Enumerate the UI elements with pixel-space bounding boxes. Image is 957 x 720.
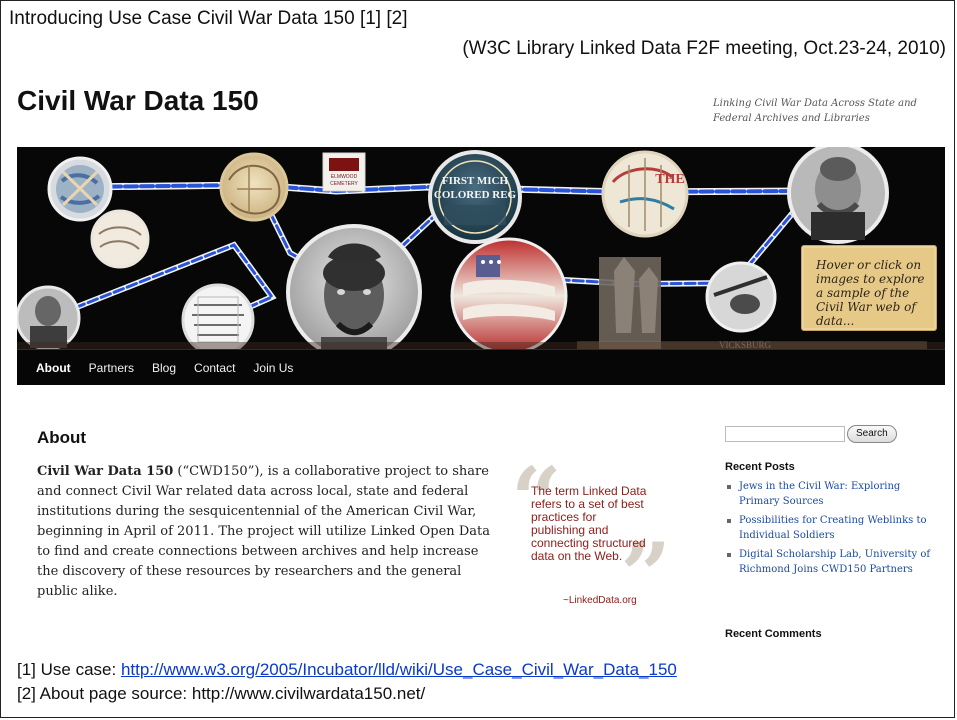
references: [1] Use case: http://www.w3.org/2005/Inc…: [17, 658, 917, 706]
quote-source: ~LinkedData.org: [563, 595, 637, 606]
cemetery-sign[interactable]: ELMWOOD CEMETERY: [322, 152, 366, 192]
hero-banner[interactable]: ELMWOOD CEMETERY FIRST MICH COLORED REG: [17, 147, 945, 385]
svg-text:THE: THE: [655, 172, 685, 187]
regiment-badge[interactable]: FIRST MICH COLORED REG: [428, 150, 522, 244]
nav-about[interactable]: About: [36, 361, 71, 375]
reference-2: [2] About page source: http://www.civilw…: [17, 682, 917, 706]
about-heading: About: [37, 428, 87, 447]
site-tagline: Linking Civil War Data Across State and …: [713, 98, 917, 124]
nav-blog[interactable]: Blog: [152, 361, 176, 375]
nav-join-us[interactable]: Join Us: [253, 361, 293, 375]
letter-medallion[interactable]: [90, 209, 150, 269]
reference-1-link[interactable]: http://www.w3.org/2005/Incubator/lld/wik…: [121, 660, 677, 679]
nav-contact[interactable]: Contact: [194, 361, 235, 375]
recent-post-link-3[interactable]: Digital Scholarship Lab, University of R…: [725, 547, 935, 577]
officer-portrait[interactable]: [787, 147, 889, 244]
reference-2-text: http://www.civilwardata150.net/: [191, 684, 426, 703]
recent-post-link-1[interactable]: Jews in the Civil War: Exploring Primary…: [725, 479, 935, 509]
sidebar: Search Recent Posts Jews in the Civil Wa…: [725, 425, 935, 649]
about-paragraph: Civil War Data 150 (“CWD150”), is a coll…: [37, 462, 492, 602]
nav-partners[interactable]: Partners: [89, 361, 134, 375]
flag-medallion[interactable]: [450, 237, 568, 355]
search-input[interactable]: [725, 426, 845, 442]
hero-hover-note: Hover or click on images to explore a sa…: [801, 245, 937, 331]
site-title[interactable]: Civil War Data 150: [17, 84, 259, 118]
reference-1: [1] Use case: http://www.w3.org/2005/Inc…: [17, 658, 917, 682]
search-button[interactable]: Search: [847, 425, 897, 443]
reference-2-prefix: [2] About page source:: [17, 684, 192, 703]
woman-portrait[interactable]: [17, 285, 81, 351]
about-body: (“CWD150”), is a collaborative project t…: [37, 464, 490, 599]
rifle-medallion[interactable]: [705, 261, 777, 333]
slide-title: Introducing Use Case Civil War Data 150 …: [9, 8, 408, 29]
quote-text: The term Linked Data refers to a set of …: [531, 484, 647, 563]
linked-data-quote: “ The term Linked Data refers to a set o…: [511, 455, 679, 629]
svg-text:COLORED REG: COLORED REG: [434, 189, 517, 201]
slide-frame: Introducing Use Case Civil War Data 150 …: [0, 0, 955, 718]
map-medallion-left[interactable]: [219, 152, 289, 222]
svg-text:CEMETERY: CEMETERY: [330, 181, 358, 187]
recent-post-link-2[interactable]: Possibilities for Creating Weblinks to I…: [725, 513, 935, 543]
reference-1-prefix: [1] Use case:: [17, 660, 121, 679]
main-navigation: About Partners Blog Contact Join Us: [17, 349, 945, 385]
svg-text:FIRST MICH: FIRST MICH: [442, 175, 509, 187]
recent-posts-heading: Recent Posts: [725, 461, 795, 473]
badge-medallion[interactable]: [47, 156, 113, 222]
about-lead: Civil War Data 150: [37, 464, 174, 479]
recent-comments-heading: Recent Comments: [725, 628, 822, 640]
search-row: Search: [725, 425, 935, 443]
recent-posts-list: Jews in the Civil War: Exploring Primary…: [725, 479, 935, 577]
map-medallion-right[interactable]: THE: [601, 150, 689, 238]
website-preview: Civil War Data 150 Linking Civil War Dat…: [17, 81, 947, 641]
slide-subtitle: (W3C Library Linked Data F2F meeting, Oc…: [462, 38, 946, 59]
svg-text:ELMWOOD: ELMWOOD: [331, 174, 358, 180]
